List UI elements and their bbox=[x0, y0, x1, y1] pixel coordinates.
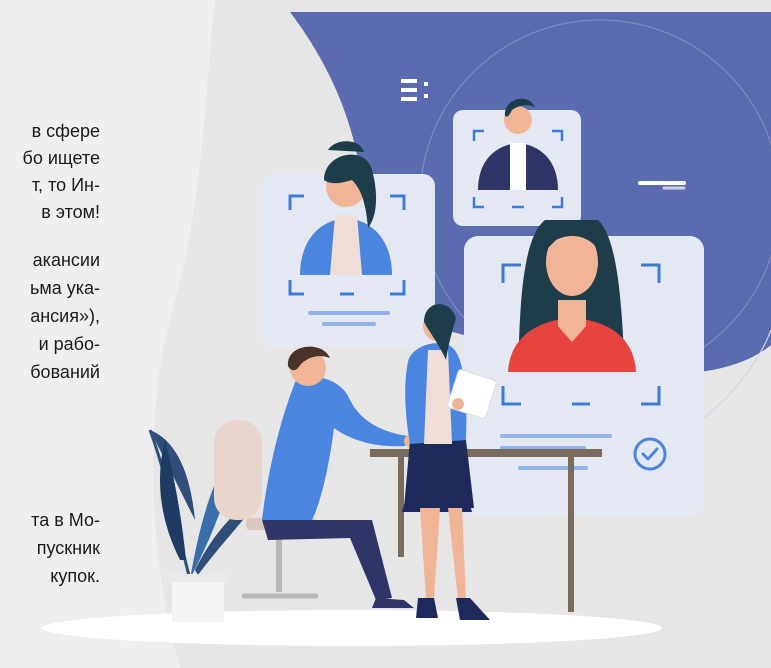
floor-shadow bbox=[42, 610, 662, 646]
page: в сфере бо ищете т, то Ин- в этом! аканс… bbox=[0, 0, 771, 668]
recruitment-illustration bbox=[42, 0, 771, 668]
candidate-card-top bbox=[453, 98, 581, 226]
candidate-card-main bbox=[464, 220, 704, 516]
